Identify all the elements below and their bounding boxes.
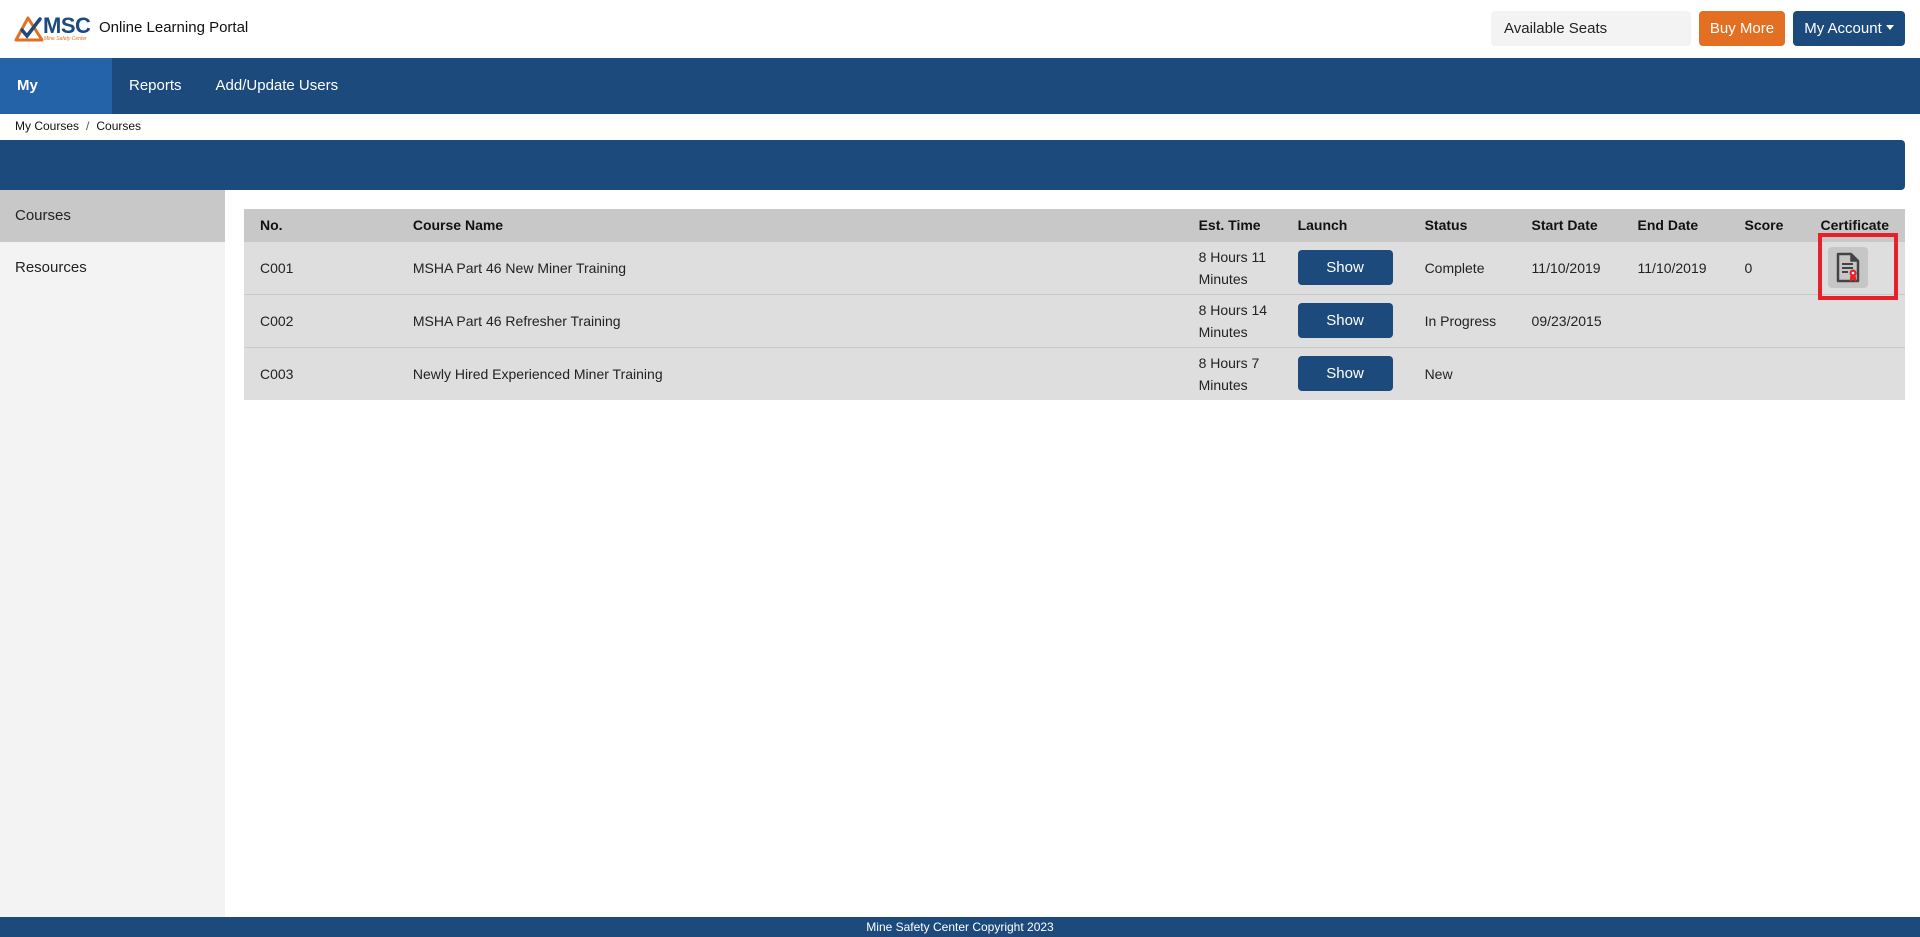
sidebar: Courses Resources (0, 190, 225, 917)
est-time: 8 Hours 11 Minutes (1183, 241, 1282, 294)
show-button[interactable]: Show (1297, 356, 1393, 392)
launch-cell: Show (1282, 347, 1409, 400)
caret-down-icon (1885, 25, 1894, 30)
certificate-cell (1805, 294, 1905, 347)
course-no: C002 (260, 312, 294, 329)
courses-table: No. Course Name Est. Time Launch Status … (244, 209, 1905, 400)
est-time-line2: Minutes (1198, 376, 1248, 393)
msc-logo[interactable]: MSC Mine Safety Center (14, 13, 91, 43)
est-time-line1: 8 Hours 14 (1198, 301, 1268, 318)
logo-check-triangle-icon (14, 16, 44, 42)
sidebar-item-resources[interactable]: Resources (0, 242, 225, 294)
my-account-label: My Account (1804, 20, 1882, 37)
table-row: C002 MSHA Part 46 Refresher Training 8 H… (244, 294, 1905, 347)
top-header: MSC Mine Safety Center Online Learning P… (0, 0, 1920, 58)
end-date (1622, 347, 1729, 400)
est-time-line2: Minutes (1198, 270, 1248, 287)
col-no: No. (260, 216, 283, 233)
main-nav: My Courses Reports Add/Update Users (0, 58, 1920, 150)
status: In Progress (1424, 312, 1497, 329)
col-certificate: Certificate (1820, 216, 1889, 233)
start-date: 09/23/2015 (1531, 312, 1602, 329)
show-button[interactable]: Show (1297, 303, 1393, 338)
sidebar-item-courses[interactable]: Courses (0, 190, 225, 242)
end-date (1622, 294, 1729, 347)
course-name: MSHA Part 46 New Miner Training (412, 259, 627, 276)
launch-cell: Show (1282, 294, 1409, 347)
breadcrumb-my-courses[interactable]: My Courses (15, 119, 79, 133)
course-name: MSHA Part 46 Refresher Training (412, 312, 621, 329)
portal-title: Online Learning Portal (99, 19, 249, 36)
footer: Mine Safety Center Copyright 2023 (0, 917, 1920, 937)
est-time: 8 Hours 7 Minutes (1183, 347, 1282, 400)
course-name: Newly Hired Experienced Miner Training (412, 365, 663, 382)
nav-my-courses[interactable]: My Courses (0, 58, 112, 150)
table-header-row: No. Course Name Est. Time Launch Status … (244, 209, 1905, 241)
est-time-line2: Minutes (1198, 323, 1248, 340)
col-launch: Launch (1297, 216, 1348, 233)
logo-subtext: Mine Safety Center (44, 36, 87, 42)
certificate-cell (1805, 241, 1905, 294)
nav-reports[interactable]: Reports (112, 58, 199, 114)
score (1729, 294, 1805, 347)
table-row: C003 Newly Hired Experienced Miner Train… (244, 347, 1905, 400)
table-row: C001 MSHA Part 46 New Miner Training 8 H… (244, 241, 1905, 294)
course-no: C001 (260, 259, 294, 276)
certificate-cell (1805, 347, 1905, 400)
available-seats-box: Available Seats (1491, 11, 1691, 46)
certificate-icon (1836, 252, 1859, 282)
est-time-line1: 8 Hours 7 (1198, 354, 1260, 371)
start-date (1516, 347, 1622, 400)
nav-add-update-users[interactable]: Add/Update Users (199, 58, 356, 114)
start-date: 11/10/2019 (1531, 259, 1601, 276)
breadcrumb-courses: Courses (96, 119, 142, 133)
my-account-dropdown[interactable]: My Account (1793, 11, 1905, 46)
col-course-name: Course Name (412, 216, 504, 233)
breadcrumb: My Courses / Courses (15, 119, 141, 133)
col-est-time: Est. Time (1198, 216, 1261, 233)
col-start-date: Start Date (1531, 216, 1598, 233)
est-time-line1: 8 Hours 11 (1198, 248, 1267, 265)
score: 0 (1744, 259, 1753, 276)
col-score: Score (1744, 216, 1784, 233)
col-end-date: End Date (1637, 216, 1699, 233)
end-date: 11/10/2019 (1637, 259, 1707, 276)
show-button[interactable]: Show (1297, 250, 1393, 285)
launch-cell: Show (1282, 241, 1409, 294)
status: Complete (1424, 259, 1485, 276)
page-banner (0, 140, 1905, 190)
certificate-button[interactable] (1827, 247, 1868, 288)
course-no: C003 (260, 365, 294, 382)
breadcrumb-separator: / (86, 119, 90, 133)
col-status: Status (1424, 216, 1468, 233)
est-time: 8 Hours 14 Minutes (1183, 294, 1282, 347)
status: New (1424, 365, 1453, 382)
buy-more-button[interactable]: Buy More (1699, 11, 1785, 46)
score (1729, 347, 1805, 400)
